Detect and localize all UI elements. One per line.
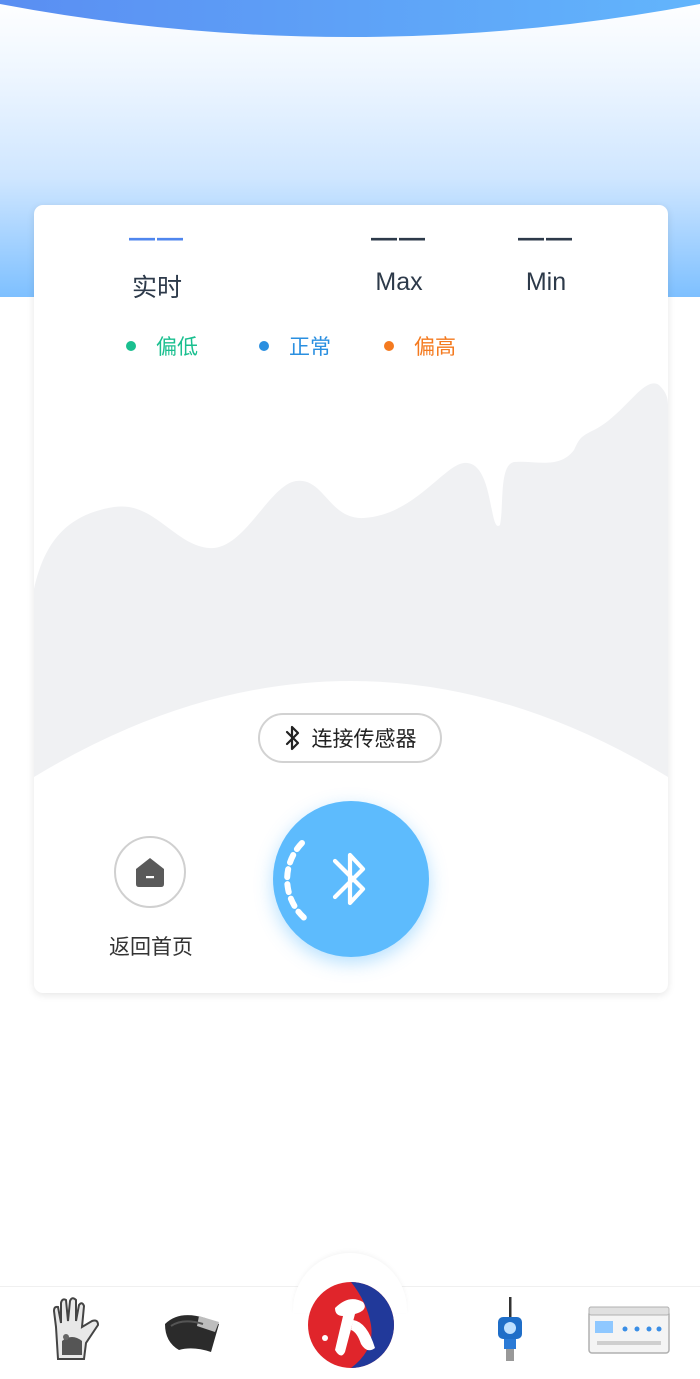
bluetooth-icon — [284, 840, 366, 924]
top-arc — [0, 0, 700, 37]
legend-high: 偏高 — [384, 331, 456, 361]
logo-icon[interactable] — [305, 1280, 397, 1370]
min-metric: —— Min — [506, 224, 586, 297]
legend-high-dot — [384, 341, 394, 351]
home-icon — [136, 858, 164, 887]
max-label: Max — [375, 268, 423, 296]
legend-low-label: 偏低 — [156, 336, 198, 359]
max-metric: —— Max — [359, 224, 439, 297]
realtime-label: 实时 — [131, 274, 182, 302]
bluetooth-icon — [284, 724, 302, 752]
legend-normal-label: 正常 — [289, 336, 331, 359]
realtime-value: —— — [129, 222, 185, 252]
realtime-metric: —— 实时 — [122, 224, 192, 304]
transmitter-icon[interactable] — [488, 1294, 532, 1364]
legend-low-dot — [126, 341, 136, 351]
legend-normal-dot — [259, 341, 269, 351]
max-value: —— — [371, 222, 427, 252]
legend-low: 偏低 — [126, 331, 198, 361]
console-box-icon[interactable] — [586, 1304, 672, 1360]
connect-sensor-button[interactable]: 连接传感器 — [258, 713, 442, 763]
home-label: 返回首页 — [109, 936, 193, 959]
legend-normal: 正常 — [259, 331, 331, 361]
min-value: —— — [518, 222, 574, 252]
glove-icon[interactable] — [46, 1296, 106, 1364]
home-button[interactable] — [114, 836, 186, 908]
min-label: Min — [525, 268, 567, 296]
monitor-card: —— 实时 —— Max —— Min 偏低 正常 偏高 连接传感器 返回首页 — [34, 205, 668, 993]
legend-high-label: 偏高 — [414, 336, 456, 359]
bluetooth-scan-button[interactable] — [273, 801, 429, 957]
wrap-band-icon[interactable] — [158, 1300, 226, 1360]
connect-sensor-label: 连接传感器 — [311, 728, 417, 751]
